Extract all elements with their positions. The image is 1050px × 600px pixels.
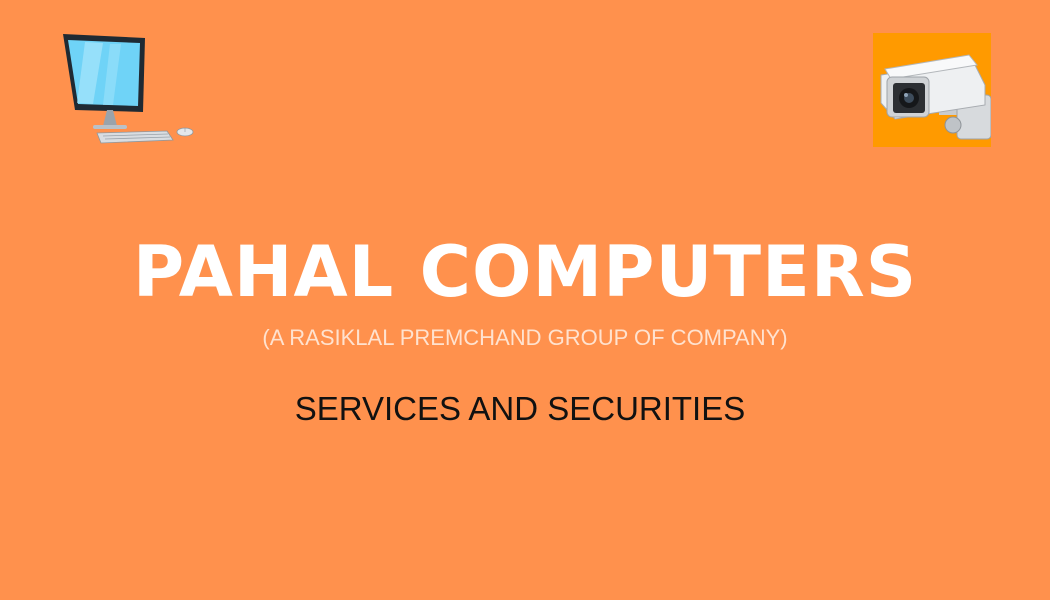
desktop-computer-icon (63, 34, 194, 144)
banner-canvas: PAHAL COMPUTERS (A RASIKLAL PREMCHAND GR… (0, 0, 1050, 600)
cctv-camera-icon (873, 33, 991, 147)
services-tagline: SERVICES AND SECURITIES (294, 390, 746, 427)
group-subtitle: (A RASIKLAL PREMCHAND GROUP OF COMPANY) (262, 325, 788, 350)
company-title: PAHAL COMPUTERS (132, 231, 918, 313)
